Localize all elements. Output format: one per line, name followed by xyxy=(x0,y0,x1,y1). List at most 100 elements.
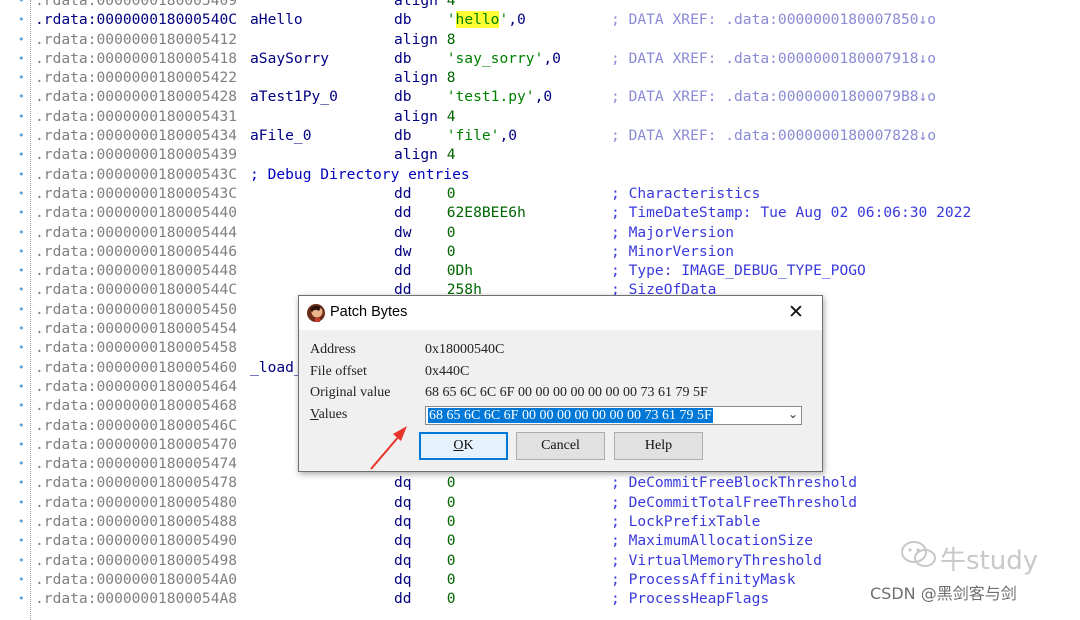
listing-address: .rdata:0000000180005458 xyxy=(35,339,238,357)
breakpoint-dot-icon[interactable]: • xyxy=(18,473,25,492)
listing-row[interactable]: • .rdata:0000000180005418 aSaySorry db 'say… xyxy=(0,49,1080,68)
breakpoint-dot-icon[interactable]: • xyxy=(18,0,25,10)
patch-bytes-dialog: Patch Bytes ✕ Address 0x18000540C File o… xyxy=(298,295,823,472)
listing-row[interactable]: • .rdata:0000000180005431 align 4 xyxy=(0,107,1080,126)
listing-instruction: dd 0Dh xyxy=(394,262,474,280)
breakpoint-dot-icon[interactable]: • xyxy=(18,454,25,473)
breakpoint-dot-icon[interactable]: • xyxy=(18,377,25,396)
listing-row[interactable]: • .rdata:0000000180005488 dq 0 ; LockPrefix… xyxy=(0,512,1080,531)
listing-address: .rdata:0000000180005454 xyxy=(35,320,238,338)
listing-row[interactable]: • .rdata:0000000180005480 dq 0 ; DeCommitTo… xyxy=(0,493,1080,512)
listing-section-comment: ; Debug Directory entries xyxy=(250,165,470,183)
listing-address: .rdata:0000000180005450 xyxy=(35,300,238,318)
breakpoint-dot-icon[interactable]: • xyxy=(18,87,25,106)
close-icon[interactable]: ✕ xyxy=(784,302,808,324)
listing-row[interactable]: • .rdata:0000000180005440 dd 62E8BEE6h ; Ti… xyxy=(0,203,1080,222)
cancel-button[interactable]: Cancel xyxy=(516,432,605,460)
listing-instruction: dq 0 xyxy=(394,570,456,588)
listing-row[interactable]: • .rdata:0000000180005444 dw 0 ; MajorVersi… xyxy=(0,223,1080,242)
listing-row[interactable]: • .rdata:000000018000543C ; Debug Director… xyxy=(0,165,1080,184)
breakpoint-dot-icon[interactable]: • xyxy=(18,493,25,512)
listing-row[interactable]: • .rdata:0000000180005409 align 4 xyxy=(0,0,1080,10)
listing-label: aSaySorry xyxy=(250,49,330,67)
wechat-logo-icon xyxy=(901,541,936,567)
listing-gutter-line xyxy=(30,0,32,620)
listing-comment: ; MinorVersion xyxy=(611,242,735,260)
listing-label: aHello xyxy=(250,11,303,29)
listing-address: .rdata:0000000180005444 xyxy=(35,223,238,241)
file-offset-value: 0x440C xyxy=(425,364,470,379)
listing-row[interactable]: • .rdata:0000000180005446 dw 0 ; MinorVersi… xyxy=(0,242,1080,261)
listing-comment: ; ProcessHeapFlags xyxy=(611,590,770,608)
breakpoint-dot-icon[interactable]: • xyxy=(18,184,25,203)
breakpoint-dot-icon[interactable]: • xyxy=(18,68,25,87)
listing-address: .rdata:0000000180005470 xyxy=(35,435,238,453)
listing-row[interactable]: • .rdata:0000000180005478 dq 0 ; DeCommitFr… xyxy=(0,473,1080,492)
breakpoint-dot-icon[interactable]: • xyxy=(18,145,25,164)
breakpoint-dot-icon[interactable]: • xyxy=(18,531,25,550)
breakpoint-dot-icon[interactable]: • xyxy=(18,30,25,49)
listing-address: .rdata:0000000180005460 xyxy=(35,358,238,376)
listing-row[interactable]: • .rdata:000000018000543C dd 0 ; Characteri… xyxy=(0,184,1080,203)
breakpoint-dot-icon[interactable]: • xyxy=(18,242,25,261)
breakpoint-dot-icon[interactable]: • xyxy=(18,358,25,377)
dialog-titlebar[interactable]: Patch Bytes ✕ xyxy=(299,296,822,330)
ok-button[interactable]: OK xyxy=(419,432,508,460)
values-selected-text[interactable]: 68 65 6C 6C 6F 00 00 00 00 00 00 00 73 6… xyxy=(428,408,713,423)
original-value-label: Original value xyxy=(310,385,391,400)
listing-address: .rdata:0000000180005488 xyxy=(35,513,238,531)
listing-row[interactable]: • .rdata:0000000180005412 align 8 xyxy=(0,30,1080,49)
listing-instruction: db 'say_sorry',0 xyxy=(394,49,561,67)
breakpoint-dot-icon[interactable]: • xyxy=(18,49,25,68)
listing-address: .rdata:0000000180005446 xyxy=(35,242,238,260)
listing-label: _load_ xyxy=(250,358,303,376)
listing-comment: ; MajorVersion xyxy=(611,223,735,241)
listing-xref-comment: ; DATA XREF: .data:00000001800079B8↓o xyxy=(611,88,937,106)
breakpoint-dot-icon[interactable]: • xyxy=(18,223,25,242)
listing-comment: ; VirtualMemoryThreshold xyxy=(611,551,822,569)
listing-instruction: dd 0 xyxy=(394,184,456,202)
breakpoint-dot-icon[interactable]: • xyxy=(18,512,25,531)
listing-row[interactable]: • .rdata:0000000180005448 dd 0Dh ; Type: IM… xyxy=(0,261,1080,280)
watermark-credit: CSDN @黑剑客与剑 xyxy=(870,584,1017,603)
breakpoint-dot-icon[interactable]: • xyxy=(18,10,25,29)
breakpoint-dot-icon[interactable]: • xyxy=(18,280,25,299)
search-highlight: hello xyxy=(455,11,500,29)
listing-xref-comment: ; DATA XREF: .data:0000000180007850↓o xyxy=(611,11,937,29)
breakpoint-dot-icon[interactable]: • xyxy=(18,165,25,184)
breakpoint-dot-icon[interactable]: • xyxy=(18,107,25,126)
breakpoint-dot-icon[interactable]: • xyxy=(18,416,25,435)
listing-instruction: dq 0 xyxy=(394,551,456,569)
listing-comment: ; TimeDateStamp: Tue Aug 02 06:06:30 202… xyxy=(611,204,972,222)
listing-address: .rdata:0000000180005498 xyxy=(35,551,238,569)
values-label: Values xyxy=(310,407,348,422)
breakpoint-dot-icon[interactable]: • xyxy=(18,338,25,357)
breakpoint-dot-icon[interactable]: • xyxy=(18,126,25,145)
breakpoint-dot-icon[interactable]: • xyxy=(18,396,25,415)
help-button[interactable]: Help xyxy=(614,432,703,460)
breakpoint-dot-icon[interactable]: • xyxy=(18,589,25,608)
listing-row[interactable]: • .rdata:0000000180005422 align 8 xyxy=(0,68,1080,87)
chevron-down-icon[interactable]: ⌄ xyxy=(788,407,798,421)
listing-address: .rdata:000000018000540C xyxy=(35,11,238,29)
address-label: Address xyxy=(310,342,356,357)
values-input[interactable]: 68 65 6C 6C 6F 00 00 00 00 00 00 00 73 6… xyxy=(425,406,802,425)
breakpoint-dot-icon[interactable]: • xyxy=(18,551,25,570)
listing-row[interactable]: • .rdata:0000000180005428 aTest1Py_0 db 'te… xyxy=(0,87,1080,106)
breakpoint-dot-icon[interactable]: • xyxy=(18,435,25,454)
listing-row[interactable]: • .rdata:0000000180005439 align 4 xyxy=(0,145,1080,164)
breakpoint-dot-icon[interactable]: • xyxy=(18,570,25,589)
listing-address: .rdata:0000000180005431 xyxy=(35,107,238,125)
listing-address: .rdata:0000000180005490 xyxy=(35,532,238,550)
listing-comment: ; Characteristics xyxy=(611,184,761,202)
listing-instruction: dq 0 xyxy=(394,474,456,492)
breakpoint-dot-icon[interactable]: • xyxy=(18,319,25,338)
listing-address: .rdata:0000000180005464 xyxy=(35,377,238,395)
breakpoint-dot-icon[interactable]: • xyxy=(18,261,25,280)
breakpoint-dot-icon[interactable]: • xyxy=(18,300,25,319)
file-offset-label: File offset xyxy=(310,364,367,379)
listing-address: .rdata:0000000180005428 xyxy=(35,88,238,106)
breakpoint-dot-icon[interactable]: • xyxy=(18,203,25,222)
listing-row[interactable]: • .rdata:000000018000540C aHello db 'hello'… xyxy=(0,10,1080,29)
listing-row[interactable]: • .rdata:0000000180005434 aFile_0 db 'file'… xyxy=(0,126,1080,145)
